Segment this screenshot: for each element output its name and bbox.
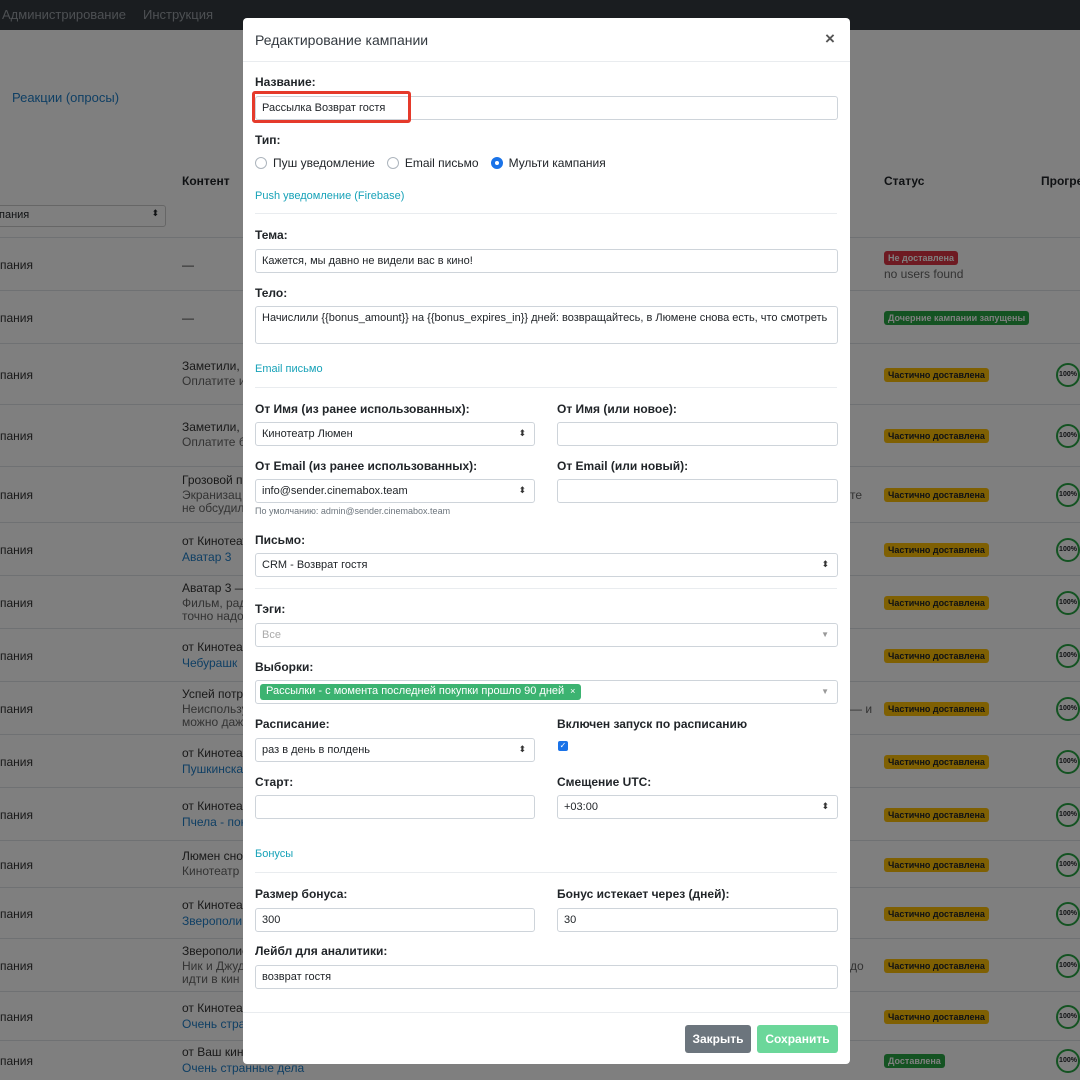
select-arrows-icon: ⬍ bbox=[518, 428, 526, 438]
close-icon[interactable]: × bbox=[825, 29, 835, 49]
type-option-multi[interactable]: Мульти кампания bbox=[490, 156, 606, 170]
type-label: Тип: bbox=[255, 133, 281, 147]
bonus-expires-label: Бонус истекает через (дней): bbox=[557, 887, 730, 901]
select-arrows-icon: ⬍ bbox=[518, 744, 526, 754]
select-arrows-icon: ⬍ bbox=[821, 559, 829, 569]
analytics-label: Лейбл для аналитики: bbox=[255, 944, 388, 958]
bonus-section-link[interactable]: Бонусы bbox=[255, 848, 293, 860]
tags-placeholder: Все bbox=[262, 629, 281, 641]
bonus-size-input[interactable]: 300 bbox=[255, 908, 535, 932]
segment-chip: Рассылки - с момента последней покупки п… bbox=[260, 684, 582, 700]
type-option-email[interactable]: Email письмо bbox=[386, 156, 479, 170]
from-email-input[interactable] bbox=[557, 479, 838, 503]
from-name-select[interactable]: Кинотеатр Люмен ⬍ bbox=[255, 422, 535, 446]
bonus-expires-input[interactable]: 30 bbox=[557, 908, 838, 932]
body-label: Тело: bbox=[255, 286, 288, 300]
name-label: Название: bbox=[255, 75, 316, 89]
chevron-down-icon: ▼ bbox=[821, 630, 829, 639]
from-name-input[interactable] bbox=[557, 422, 838, 446]
email-section-link[interactable]: Email письмо bbox=[255, 363, 323, 375]
from-email-select[interactable]: info@sender.cinemabox.team ⬍ bbox=[255, 479, 535, 503]
letter-select-value: CRM - Возврат гостя bbox=[262, 559, 368, 571]
remove-chip-icon[interactable]: × bbox=[570, 686, 575, 696]
segment-chip-label: Рассылки - с момента последней покупки п… bbox=[266, 685, 565, 697]
type-option-push[interactable]: Пуш уведомление bbox=[255, 156, 375, 170]
subject-label: Тема: bbox=[255, 228, 288, 242]
from-email-new-label: От Email (или новый): bbox=[557, 459, 689, 473]
from-name-prev-label: От Имя (из ранее использованных): bbox=[255, 402, 470, 416]
utc-label: Смещение UTC: bbox=[557, 775, 652, 789]
radio-multi[interactable] bbox=[490, 157, 503, 169]
select-arrows-icon: ⬍ bbox=[821, 801, 829, 811]
save-button[interactable]: Сохранить bbox=[757, 1025, 838, 1053]
edit-campaign-modal: Редактирование кампании × Название: Расс… bbox=[243, 18, 850, 1064]
radio-email[interactable] bbox=[386, 157, 399, 169]
schedule-enabled-checkbox[interactable]: ✓ bbox=[558, 741, 568, 751]
close-button[interactable]: Закрыть bbox=[685, 1025, 751, 1053]
modal-title: Редактирование кампании bbox=[255, 32, 429, 48]
schedule-select[interactable]: раз в день в полдень ⬍ bbox=[255, 738, 535, 762]
tags-label: Тэги: bbox=[255, 602, 286, 616]
type-radio-group: Пуш уведомление Email письмо Мульти камп… bbox=[255, 156, 618, 170]
schedule-enabled-label: Включен запуск по расписанию bbox=[557, 717, 748, 731]
start-input[interactable] bbox=[255, 795, 535, 819]
from-email-select-value: info@sender.cinemabox.team bbox=[262, 485, 408, 497]
from-name-select-value: Кинотеатр Люмен bbox=[262, 428, 353, 440]
chevron-down-icon: ▼ bbox=[821, 687, 829, 696]
segments-label: Выборки: bbox=[255, 660, 314, 674]
letter-label: Письмо: bbox=[255, 533, 306, 547]
analytics-input[interactable]: возврат гостя bbox=[255, 965, 838, 989]
subject-input[interactable]: Кажется, мы давно не видели вас в кино! bbox=[255, 249, 838, 273]
schedule-select-value: раз в день в полдень bbox=[262, 744, 371, 756]
segments-select[interactable]: Рассылки - с момента последней покупки п… bbox=[255, 680, 838, 704]
divider bbox=[255, 387, 837, 388]
divider bbox=[255, 872, 837, 873]
tags-select[interactable]: Все ▼ bbox=[255, 623, 838, 647]
type-option-push-label: Пуш уведомление bbox=[273, 156, 375, 170]
highlight-annotation bbox=[252, 91, 411, 123]
type-option-email-label: Email письмо bbox=[404, 156, 479, 170]
from-email-prev-label: От Email (из ранее использованных): bbox=[255, 459, 478, 473]
type-option-multi-label: Мульти кампания bbox=[508, 156, 606, 170]
radio-push[interactable] bbox=[255, 157, 267, 169]
schedule-label: Расписание: bbox=[255, 717, 330, 731]
push-section-link[interactable]: Push уведомление (Firebase) bbox=[255, 190, 404, 202]
select-arrows-icon: ⬍ bbox=[518, 485, 526, 495]
modal-footer: Закрыть Сохранить bbox=[243, 1012, 850, 1064]
default-email-hint: По умолчанию: admin@sender.cinemabox.tea… bbox=[255, 506, 451, 516]
utc-select[interactable]: +03:00 ⬍ bbox=[557, 795, 838, 819]
from-name-new-label: От Имя (или новое): bbox=[557, 402, 677, 416]
bonus-size-label: Размер бонуса: bbox=[255, 887, 348, 901]
divider bbox=[255, 588, 837, 589]
letter-select[interactable]: CRM - Возврат гостя ⬍ bbox=[255, 553, 838, 577]
start-label: Старт: bbox=[255, 775, 294, 789]
divider bbox=[255, 213, 837, 214]
modal-header: Редактирование кампании × bbox=[243, 18, 850, 62]
body-textarea[interactable]: Начислили {{bonus_amount}} на {{bonus_ex… bbox=[255, 306, 838, 344]
utc-select-value: +03:00 bbox=[564, 801, 598, 813]
